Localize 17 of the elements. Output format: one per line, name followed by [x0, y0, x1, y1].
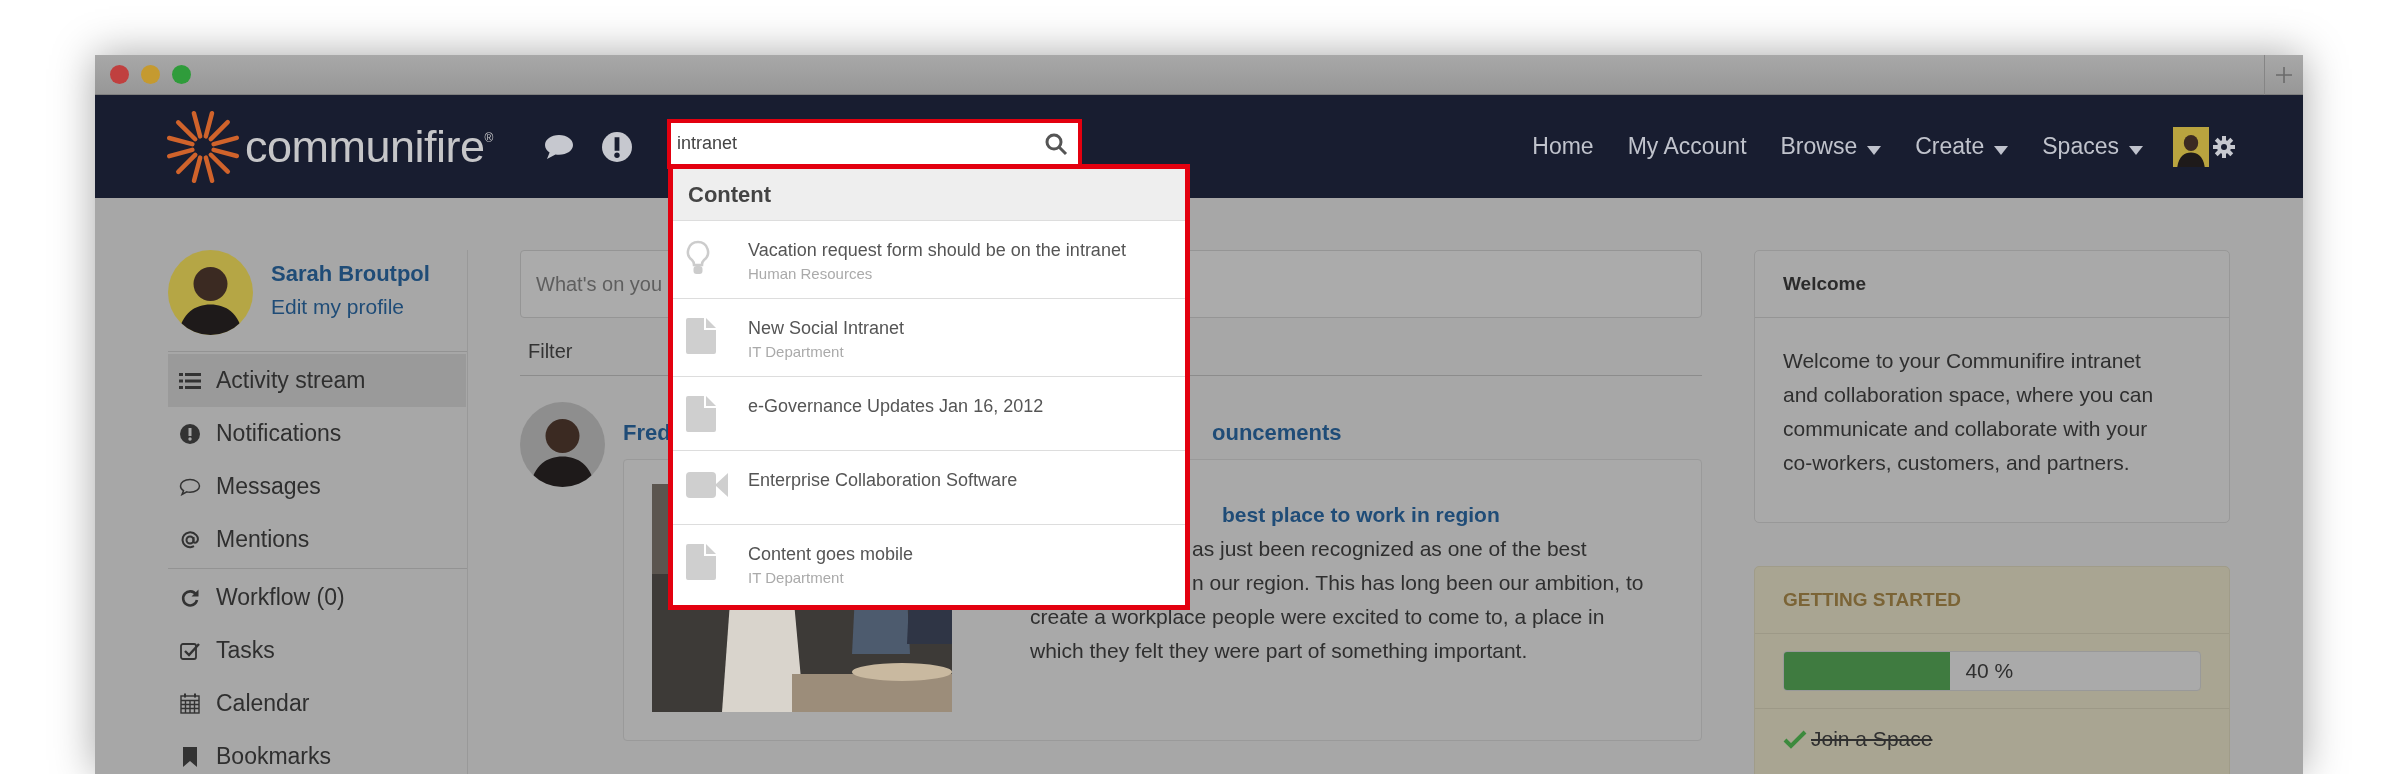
result-title: New Social Intranet [748, 318, 905, 339]
post-text: as just been recognized as one of the best [1192, 536, 1587, 562]
results-heading: Content [673, 169, 1185, 221]
welcome-text: Welcome to your Communifire intranet and collaboration space, where you can communicate and collaborate with your co-workers, customers, and partners. [1782, 348, 2155, 476]
result-title: e-Governance Updates Jan 16, 2012 [748, 396, 1044, 417]
getting-started-title: GETTING STARTED [1755, 567, 2229, 634]
welcome-title: Welcome [1755, 251, 2229, 318]
result-subtitle: Human Resources [748, 265, 874, 282]
post-text: n our region. This has long been our ambition, to [1192, 570, 1644, 596]
post-text: which they felt they were part of something important. [1030, 638, 1528, 664]
result-title: Vacation request form should be on the intranet [748, 240, 1126, 261]
progress-reading: 40 % [1964, 659, 2014, 683]
result-subtitle: IT Department [748, 343, 845, 360]
result-title: Content goes mobile [748, 544, 914, 565]
post-text: create a workplace people were excited to come to, a place in [1030, 604, 1605, 630]
result-title: Enterprise Collaboration Software [748, 470, 1018, 491]
result-subtitle: IT Department [748, 569, 845, 586]
